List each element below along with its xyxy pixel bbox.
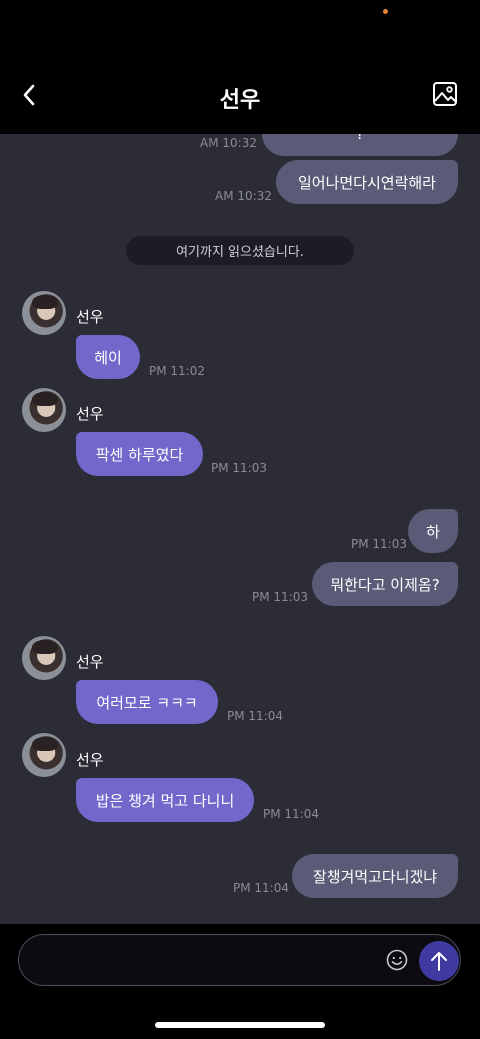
message-time: PM 11:03 <box>351 537 407 551</box>
message-bubble-theirs[interactable]: 헤이 <box>76 335 140 379</box>
message-bubble-mine[interactable]: ? <box>262 134 458 156</box>
message-input-container[interactable] <box>18 934 461 986</box>
message-bubble-mine[interactable]: 하 <box>408 509 458 553</box>
emoji-button[interactable] <box>386 949 408 971</box>
message-time: PM 11:03 <box>211 461 267 475</box>
status-bar <box>0 0 480 60</box>
recording-indicator-dot <box>383 9 388 14</box>
sender-name: 선우 <box>76 405 104 423</box>
message-time: PM 11:02 <box>149 364 205 378</box>
message-bubble-theirs[interactable]: 밥은 챙겨 먹고 다니니 <box>76 778 254 822</box>
message-text: 팍센 하루였다 <box>95 445 184 464</box>
sender-name: 선우 <box>76 653 104 671</box>
message-time: PM 11:04 <box>263 807 319 821</box>
message-text: 하 <box>426 522 440 541</box>
home-indicator[interactable] <box>155 1022 325 1028</box>
message-bubble-mine[interactable]: 잘챙겨먹고다니겠냐 <box>292 854 458 898</box>
message-input[interactable] <box>37 947 377 973</box>
chat-header: 선우 <box>0 60 480 134</box>
message-bubble-theirs[interactable]: 여러모로 ㅋㅋㅋ <box>76 680 218 724</box>
message-text: 여러모로 ㅋㅋㅋ <box>96 693 198 712</box>
sender-name: 선우 <box>76 308 104 326</box>
read-marker: 여기까지 읽으셨습니다. <box>126 236 354 265</box>
avatar[interactable] <box>22 291 66 335</box>
send-button[interactable] <box>419 941 459 981</box>
message-text: 헤이 <box>94 348 122 367</box>
message-time: AM 10:32 <box>200 136 257 150</box>
arrow-up-icon <box>431 952 447 971</box>
message-text: 밥은 챙겨 먹고 다니니 <box>95 791 235 810</box>
page-title: 선우 <box>219 88 261 113</box>
avatar[interactable] <box>22 388 66 432</box>
message-text: 잘챙겨먹고다니겠냐 <box>312 867 438 886</box>
avatar[interactable] <box>22 636 66 680</box>
message-list[interactable]: ? AM 10:32 일어나면다시연락해라 AM 10:32 여기까지 읽으셨습… <box>0 134 480 924</box>
message-time: PM 11:04 <box>233 881 289 895</box>
message-bubble-mine[interactable]: 일어나면다시연락해라 <box>276 160 458 204</box>
gallery-button[interactable] <box>432 81 460 109</box>
message-time: AM 10:32 <box>215 189 272 203</box>
smiley-icon <box>386 949 408 971</box>
message-time: PM 11:03 <box>252 590 308 604</box>
avatar[interactable] <box>22 733 66 777</box>
message-bubble-theirs[interactable]: 팍센 하루였다 <box>76 432 203 476</box>
composer <box>0 924 480 1039</box>
sender-name: 선우 <box>76 751 104 769</box>
image-icon <box>433 82 457 106</box>
message-text: 뭐한다고 이제옴? <box>330 575 440 594</box>
message-text: 일어나면다시연락해라 <box>297 173 436 192</box>
message-text: ? <box>356 134 364 143</box>
message-time: PM 11:04 <box>227 709 283 723</box>
message-bubble-mine[interactable]: 뭐한다고 이제옴? <box>312 562 458 606</box>
